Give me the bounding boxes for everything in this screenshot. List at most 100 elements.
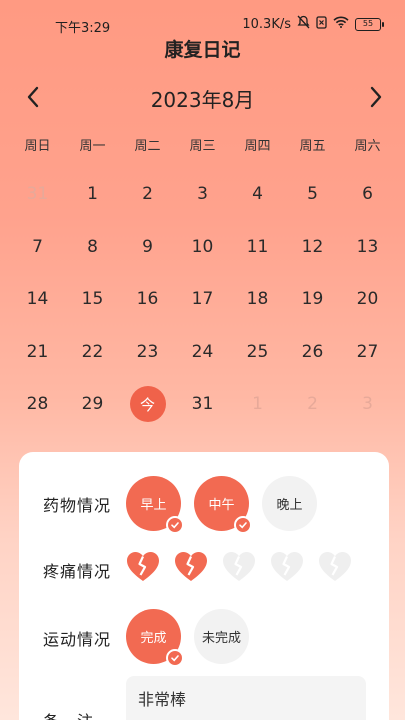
calendar-day[interactable]: 2 <box>120 168 175 221</box>
medication-noon-button[interactable]: 中午 <box>194 476 252 534</box>
calendar-day-label: 10 <box>191 236 214 257</box>
calendar-day[interactable]: 20 <box>340 273 395 326</box>
calendar-grid: 31 1 2 3 4 5 6 7 8 9 10 11 12 13 14 15 16 17 18 19 20 21 22 23 2… <box>10 168 395 431</box>
calendar-day-label: 4 <box>252 184 263 205</box>
broken-heart-icon[interactable] <box>174 551 208 583</box>
calendar-day-label: 17 <box>191 289 214 310</box>
calendar-day-label: 2 <box>307 394 318 415</box>
calendar-day[interactable]: 13 <box>340 221 395 274</box>
page-title: 康复日记 <box>164 39 241 61</box>
calendar-day[interactable]: 28 <box>10 378 65 431</box>
battery-icon: 55 <box>355 17 384 31</box>
exercise-label: 运动情况 <box>43 630 112 649</box>
weekday-label: 周三 <box>189 139 216 154</box>
calendar-day[interactable]: 1 <box>65 168 120 221</box>
calendar-day-label: 28 <box>26 394 49 415</box>
calendar-day-label: 16 <box>136 289 159 310</box>
weekday-header: 周日 周一 周二 周三 周四 周五 周六 <box>10 135 395 154</box>
calendar-day[interactable]: 12 <box>285 221 340 274</box>
calendar-day-label: 1 <box>87 184 98 205</box>
weekday-label: 周六 <box>354 139 381 154</box>
calendar-day[interactable]: 24 <box>175 326 230 379</box>
calendar-day[interactable]: 7 <box>10 221 65 274</box>
checkmark-icon <box>234 516 252 534</box>
calendar-day-label: 12 <box>301 236 324 257</box>
calendar-day-label: 24 <box>191 341 214 362</box>
exercise-done-label: 完成 <box>140 631 167 646</box>
calendar-day[interactable]: 25 <box>230 326 285 379</box>
medication-morning-button[interactable]: 早上 <box>126 476 184 534</box>
mute-bell-icon <box>297 15 310 33</box>
calendar-day-label: 2 <box>142 184 153 205</box>
chevron-right-icon <box>370 86 382 108</box>
calendar-day[interactable]: 17 <box>175 273 230 326</box>
calendar-day-label: 7 <box>32 236 43 257</box>
medication-evening-button[interactable]: 晚上 <box>262 476 317 531</box>
calendar-day[interactable]: 29 <box>65 378 120 431</box>
calendar-day-label: 27 <box>356 341 379 362</box>
calendar-day[interactable]: 10 <box>175 221 230 274</box>
note-label: 备 注 <box>43 708 94 720</box>
checkmark-icon <box>166 516 184 534</box>
calendar-day[interactable]: 26 <box>285 326 340 379</box>
calendar-day-label: 6 <box>362 184 373 205</box>
calendar-day-label: 3 <box>197 184 208 205</box>
calendar-day[interactable]: 18 <box>230 273 285 326</box>
weekday-label: 周日 <box>24 139 51 154</box>
weekday-label: 周一 <box>79 139 106 154</box>
broken-heart-icon[interactable] <box>270 551 304 583</box>
calendar-day-label: 11 <box>246 236 269 257</box>
calendar-day[interactable]: 4 <box>230 168 285 221</box>
calendar-day-label: 8 <box>87 236 98 257</box>
calendar-day-label: 31 <box>191 394 214 415</box>
note-field[interactable]: 非常棒 <box>126 676 366 720</box>
calendar-day-label: 21 <box>26 341 49 362</box>
calendar-day[interactable]: 15 <box>65 273 120 326</box>
calendar-day[interactable]: 19 <box>285 273 340 326</box>
broken-heart-icon[interactable] <box>222 551 256 583</box>
calendar-day-label: 29 <box>81 394 104 415</box>
calendar-day[interactable]: 3 <box>175 168 230 221</box>
calendar-day-today[interactable]: 今 <box>120 378 175 431</box>
calendar-day[interactable]: 9 <box>120 221 175 274</box>
calendar-day[interactable]: 21 <box>10 326 65 379</box>
medication-noon-label: 中午 <box>208 498 235 513</box>
calendar-day[interactable]: 1 <box>230 378 285 431</box>
calendar-day[interactable]: 31 <box>10 168 65 221</box>
calendar-day[interactable]: 16 <box>120 273 175 326</box>
calendar-day-label: 20 <box>356 289 379 310</box>
calendar-day-label: 19 <box>301 289 324 310</box>
calendar-day[interactable]: 6 <box>340 168 395 221</box>
calendar-day-label: 13 <box>356 236 379 257</box>
exercise-done-button[interactable]: 完成 <box>126 609 184 667</box>
calendar-day[interactable]: 3 <box>340 378 395 431</box>
calendar-day-label: 14 <box>26 289 49 310</box>
calendar-day-label: 今 <box>129 386 166 423</box>
calendar-day-label: 18 <box>246 289 269 310</box>
wifi-icon <box>333 16 349 32</box>
month-navigation: 2023年8月 <box>0 80 405 114</box>
calendar-day[interactable]: 27 <box>340 326 395 379</box>
exercise-not-done-button[interactable]: 未完成 <box>194 609 249 664</box>
medication-label: 药物情况 <box>43 496 112 515</box>
exercise-not-done-label: 未完成 <box>201 631 241 646</box>
calendar-day-label: 26 <box>301 341 324 362</box>
calendar-day[interactable]: 8 <box>65 221 120 274</box>
broken-heart-icon[interactable] <box>318 551 352 583</box>
calendar-day[interactable]: 5 <box>285 168 340 221</box>
medication-evening-label: 晚上 <box>276 498 303 513</box>
calendar-day[interactable]: 22 <box>65 326 120 379</box>
calendar-day[interactable]: 14 <box>10 273 65 326</box>
calendar-day[interactable]: 2 <box>285 378 340 431</box>
weekday-label: 周二 <box>134 139 161 154</box>
calendar-day[interactable]: 31 <box>175 378 230 431</box>
broken-heart-icon[interactable] <box>126 551 160 583</box>
calendar-day[interactable]: 23 <box>120 326 175 379</box>
next-month-button[interactable] <box>361 82 391 112</box>
calendar-day-label: 25 <box>246 341 269 362</box>
calendar-day-label: 15 <box>81 289 104 310</box>
calendar-day[interactable]: 11 <box>230 221 285 274</box>
weekday-label: 周四 <box>244 139 271 154</box>
calendar-day-label: 23 <box>136 341 159 362</box>
calendar-day-label: 3 <box>362 394 373 415</box>
